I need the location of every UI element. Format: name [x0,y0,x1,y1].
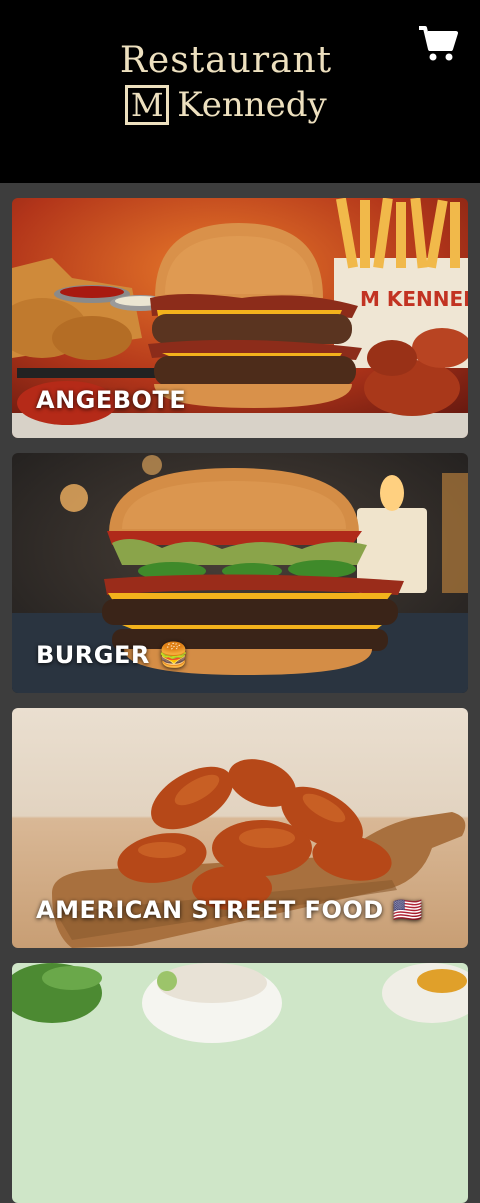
category-card-angebote[interactable]: M KENNEDY ANGEBOTE [12,198,468,438]
category-label: ANGEBOTE [36,386,187,414]
category-card-salads[interactable] [12,963,468,1203]
category-label: BURGER 🍔 [36,641,190,669]
category-label: AMERICAN STREET FOOD 🇺🇸 [36,896,423,924]
category-card-burger[interactable]: BURGER 🍔 [12,453,468,693]
salad-image [12,963,468,1203]
logo-lower-line: M Kennedy [0,84,452,126]
shopping-cart-icon[interactable] [418,24,458,64]
app-header: Restaurant M Kennedy [0,0,480,183]
category-card-american-street-food[interactable]: AMERICAN STREET FOOD 🇺🇸 [12,708,468,948]
fries-box-text: M KENNEDY [360,287,468,311]
logo-text-restaurant: Restaurant [119,40,333,81]
logo-text-kennedy: Kennedy [177,85,327,125]
logo-m-mark: M [125,85,170,125]
restaurant-logo[interactable]: Restaurant M Kennedy [0,40,452,126]
category-list: M KENNEDY ANGEBOTE [0,183,480,1203]
